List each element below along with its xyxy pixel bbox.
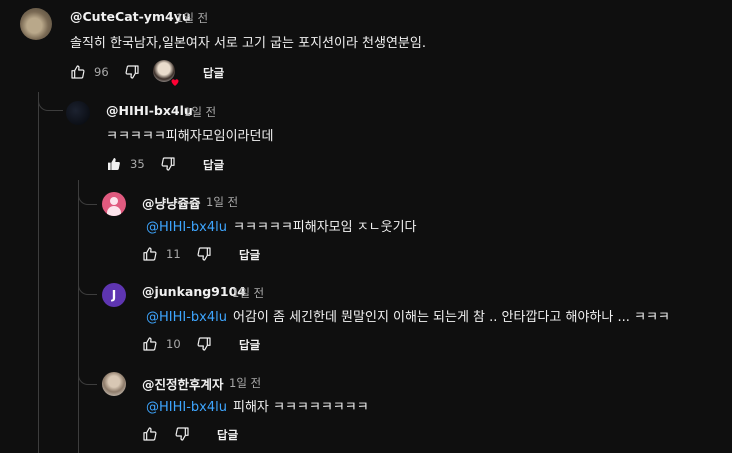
avatar[interactable] — [102, 372, 126, 396]
comment-text: @HIHI-bx4lu 피해자 ㅋㅋㅋㅋㅋㅋㅋㅋ — [146, 396, 369, 415]
like-count: 35 — [130, 157, 145, 171]
thumbs-down-icon[interactable] — [196, 336, 212, 352]
comment-time[interactable]: 1일 전 — [206, 194, 238, 210]
thumbs-up-icon[interactable] — [142, 246, 158, 262]
comment-time[interactable]: 1일 전 — [229, 375, 261, 391]
thumbs-down-icon[interactable] — [196, 246, 212, 262]
thumbs-up-icon[interactable] — [142, 336, 158, 352]
like-count: 96 — [94, 65, 109, 79]
creator-heart-badge — [153, 60, 180, 88]
comment-text: @HIHI-bx4lu ㅋㅋㅋㅋㅋ피해자모임 ㅈㄴ웃기다 — [146, 216, 417, 235]
comment-time[interactable]: 1일 전 — [232, 285, 264, 301]
reply-body: ㅋㅋㅋㅋㅋ피해자모임 ㅈㄴ웃기다 — [232, 220, 417, 235]
comment-author[interactable]: @진정한후계자 — [142, 374, 224, 393]
reply-button[interactable]: 답글 — [217, 427, 238, 443]
thread-elbow — [78, 360, 97, 385]
reply-button[interactable]: 답글 — [203, 157, 224, 173]
reply-button[interactable]: 답글 — [239, 337, 260, 353]
comment-author[interactable]: @CuteCat-ym4yu — [70, 9, 191, 24]
reply-body: 어감이 좀 세긴한데 뭔말인지 이해는 되는게 참 .. 안타깝다고 해야하나 … — [232, 310, 670, 325]
thread-line — [38, 92, 39, 453]
comment-time[interactable]: 1일 전 — [176, 10, 208, 26]
cat-photo-avatar[interactable] — [20, 8, 52, 40]
comment-text: @HIHI-bx4lu 어감이 좀 세긴한데 뭔말인지 이해는 되는게 참 .. … — [146, 306, 670, 325]
thread-elbow — [78, 270, 97, 295]
avatar[interactable] — [66, 101, 90, 125]
comment-author[interactable]: @HIHI-bx4lu — [106, 103, 193, 118]
thumbs-down-icon[interactable] — [160, 156, 176, 172]
like-count: 10 — [166, 337, 181, 351]
thread-elbow — [78, 180, 97, 205]
mention-link[interactable]: @HIHI-bx4lu — [146, 220, 227, 235]
default-user-avatar[interactable] — [102, 192, 126, 216]
comment-author[interactable]: @냥냥쥽쥽 — [142, 193, 201, 212]
heart-icon — [170, 78, 180, 88]
comment-text: 솔직히 한국남자,일본여자 서로 고기 굽는 포지션이라 천생연분임. — [70, 36, 426, 51]
thumbs-up-icon[interactable] — [70, 64, 86, 80]
mention-link[interactable]: @HIHI-bx4lu — [146, 400, 227, 415]
like-count: 11 — [166, 247, 181, 261]
letter-avatar[interactable]: J — [102, 283, 126, 307]
comment-time[interactable]: 1일 전 — [184, 104, 216, 120]
reply-body: 피해자 ㅋㅋㅋㅋㅋㅋㅋㅋ — [232, 400, 369, 415]
thumbs-down-icon[interactable] — [124, 64, 140, 80]
comment-author[interactable]: @junkang9104 — [142, 284, 246, 299]
comment-text: ㅋㅋㅋㅋㅋ피해자모임이라던데 — [106, 129, 274, 144]
thumbs-down-icon[interactable] — [174, 426, 190, 442]
thumbs-up-icon[interactable] — [142, 426, 158, 442]
thumbs-up-icon[interactable] — [106, 156, 122, 172]
thread-elbow — [38, 92, 63, 111]
nested-thread-line — [78, 180, 79, 453]
reply-button[interactable]: 답글 — [203, 65, 224, 81]
reply-button[interactable]: 답글 — [239, 247, 260, 263]
mention-link[interactable]: @HIHI-bx4lu — [146, 310, 227, 325]
